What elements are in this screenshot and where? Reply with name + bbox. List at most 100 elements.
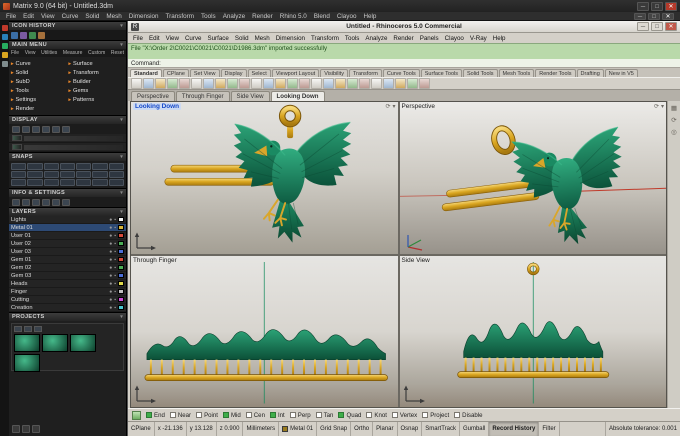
layer-color-chip[interactable] — [118, 241, 124, 246]
command-history[interactable]: File "X:\Order 2\C0021\C0021\C0021\D1986… — [128, 43, 680, 59]
panel-nav-icon[interactable] — [12, 425, 20, 433]
checkbox-icon[interactable] — [245, 412, 252, 418]
osnap-project[interactable]: Project — [422, 412, 449, 419]
osnap-int[interactable]: Int — [269, 412, 285, 419]
layer-row[interactable]: User 03 ● ▪ — [9, 248, 126, 256]
snap-icon[interactable] — [11, 163, 27, 170]
layer-color-chip[interactable] — [118, 225, 124, 230]
layer-row[interactable]: Heads ● ▪ — [9, 280, 126, 288]
menu-item-render[interactable]: ▸ Render — [11, 104, 67, 113]
rmenu-curve[interactable]: Curve — [185, 35, 202, 42]
rail-icon[interactable] — [1, 43, 8, 49]
menu-render[interactable]: Render — [252, 13, 273, 20]
layer-color-chip[interactable] — [118, 289, 124, 294]
viewport-perspective[interactable]: Perspective ⟳ ▾ — [399, 102, 666, 254]
rhino-close-icon[interactable]: ✕ — [665, 22, 677, 31]
rmenu-dimension[interactable]: Dimension — [276, 35, 305, 42]
info-icon[interactable] — [32, 198, 40, 206]
cut-icon[interactable] — [179, 78, 190, 89]
osnap-end[interactable]: End — [146, 412, 165, 419]
toggle-gumball[interactable]: Gumball — [460, 422, 490, 436]
snap-icon[interactable] — [43, 163, 59, 170]
tab-measure[interactable]: Measure — [63, 50, 82, 56]
snap-icon[interactable] — [108, 163, 124, 170]
toolbar-tab-curve-tools[interactable]: Curve Tools — [382, 69, 420, 77]
lock-icon[interactable]: ▪ — [114, 297, 116, 303]
viewport-title[interactable]: Through Finger — [133, 257, 177, 264]
layer-row[interactable]: Metal 01 ● ▪ — [9, 224, 126, 232]
current-layer-pane[interactable]: Metal 01 — [279, 422, 318, 436]
menu-rhino[interactable]: Rhino 5.0 — [280, 13, 307, 20]
menu-item-gems[interactable]: ▸ Gems — [69, 86, 125, 95]
checkbox-icon[interactable] — [146, 412, 152, 418]
osnap-perp[interactable]: Perp — [289, 412, 311, 419]
rail-icon[interactable] — [1, 61, 8, 67]
redo-icon[interactable] — [227, 78, 238, 89]
layer-row[interactable]: Gem 01 ● ▪ — [9, 256, 126, 264]
viewport-title[interactable]: Perspective — [402, 103, 435, 110]
display-preset-row[interactable] — [9, 143, 126, 152]
rail-icon[interactable] — [1, 52, 8, 58]
layer-color-chip[interactable] — [118, 265, 124, 270]
checkbox-icon[interactable] — [366, 412, 373, 418]
info-icon[interactable] — [12, 198, 20, 206]
snap-icon[interactable] — [108, 171, 124, 178]
osnap-disable[interactable]: Disable — [454, 412, 483, 419]
layer-color-chip[interactable] — [118, 217, 124, 222]
checkbox-icon[interactable] — [338, 412, 345, 418]
undo-icon[interactable] — [215, 78, 226, 89]
lock-icon[interactable]: ▪ — [114, 249, 116, 255]
close-icon[interactable]: ✕ — [665, 1, 677, 11]
menu-edit[interactable]: Edit — [23, 13, 34, 20]
toolbar-tab-surface-tools[interactable]: Surface Tools — [420, 69, 462, 77]
pan-icon[interactable] — [323, 78, 334, 89]
checkbox-icon[interactable] — [289, 412, 296, 418]
maximize-icon[interactable]: □ — [651, 1, 663, 11]
bulb-icon[interactable]: ● — [109, 265, 112, 271]
rotate-icon[interactable] — [275, 78, 286, 89]
layer-row[interactable]: User 01 ● ▪ — [9, 232, 126, 240]
snap-icon[interactable] — [108, 179, 124, 186]
menu-item-curve[interactable]: ▸ Curve — [11, 59, 67, 68]
menu-item-solid[interactable]: ▸ Solid — [11, 68, 67, 77]
help-icon[interactable] — [419, 78, 430, 89]
menu-item-settings[interactable]: ▸ Settings — [11, 95, 67, 104]
lock-icon[interactable]: ▪ — [114, 257, 116, 263]
toggle-ortho[interactable]: Ortho — [351, 422, 374, 436]
history-icon[interactable] — [11, 31, 18, 39]
viewport-tab-through-finger[interactable]: Through Finger — [175, 91, 230, 101]
child-restore-icon[interactable]: □ — [648, 12, 660, 20]
layer-row[interactable]: Lights ● ▪ — [9, 216, 126, 224]
display-mode-icon[interactable] — [52, 125, 60, 133]
checkbox-icon[interactable] — [391, 412, 398, 418]
layer-color-chip[interactable] — [118, 281, 124, 286]
toggle-record-history[interactable]: Record History — [489, 422, 540, 436]
cplane-button[interactable]: CPlane — [128, 422, 155, 436]
viewport-tab-side-view[interactable]: Side View — [230, 91, 270, 101]
rmenu-solid[interactable]: Solid — [235, 35, 249, 42]
layer-color-chip[interactable] — [118, 273, 124, 278]
info-icon[interactable] — [22, 198, 30, 206]
osnap-mid[interactable]: Mid — [222, 412, 241, 419]
snap-icon[interactable] — [11, 179, 27, 186]
bulb-icon[interactable]: ● — [109, 249, 112, 255]
history-icon[interactable] — [29, 31, 36, 39]
menu-item-tools[interactable]: ▸ Tools — [11, 86, 67, 95]
checkbox-icon[interactable] — [269, 412, 276, 418]
menu-item-builder[interactable]: ▸ Builder — [69, 77, 125, 86]
delete-icon[interactable] — [239, 78, 250, 89]
lock-icon[interactable]: ▪ — [114, 217, 116, 223]
osnap-panel-icon[interactable] — [132, 410, 141, 420]
bulb-icon[interactable]: ● — [109, 257, 112, 263]
toggle-smarttrack[interactable]: SmartTrack — [422, 422, 460, 436]
osnap-vertex[interactable]: Vertex — [391, 412, 417, 419]
display-mode-icon[interactable] — [42, 125, 50, 133]
lock-icon[interactable]: ▪ — [114, 233, 116, 239]
paste-icon[interactable] — [203, 78, 214, 89]
open-file-icon[interactable] — [143, 78, 154, 89]
checkbox-icon[interactable] — [196, 412, 203, 418]
bulb-icon[interactable]: ● — [109, 233, 112, 239]
checkbox-icon[interactable] — [315, 412, 322, 418]
rmenu-panels[interactable]: Panels — [420, 35, 439, 42]
menu-curve[interactable]: Curve — [62, 13, 79, 20]
